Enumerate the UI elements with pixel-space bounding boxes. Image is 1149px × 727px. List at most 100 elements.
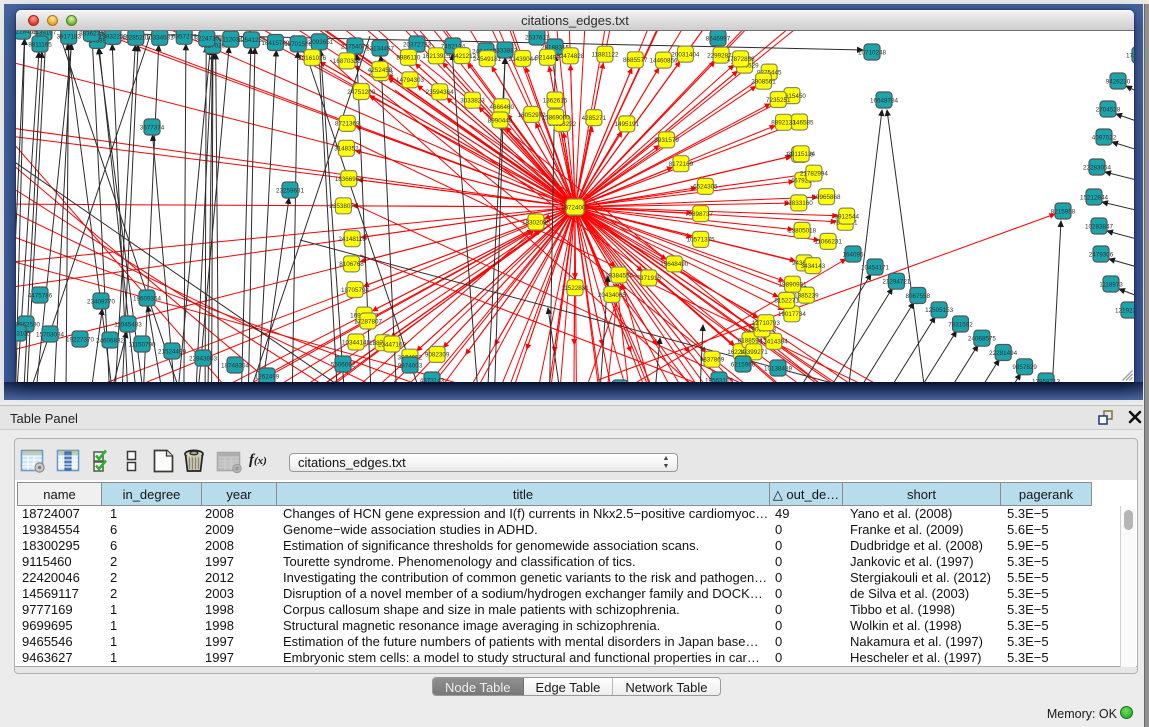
svg-text:19227370: 19227370 [66,336,95,343]
svg-text:9837869: 9837869 [700,357,725,364]
svg-text:10710248: 10710248 [858,49,887,56]
svg-text:7371915: 7371915 [636,275,661,282]
svg-text:23538074: 23538074 [329,203,358,210]
svg-text:19609364: 19609364 [133,295,162,302]
svg-text:12192300: 12192300 [1115,307,1134,314]
svg-text:21294721: 21294721 [882,279,911,286]
svg-text:20372723: 20372723 [403,41,432,48]
svg-text:4097022: 4097022 [1092,134,1117,141]
svg-text:22281494: 22281494 [989,350,1018,357]
svg-text:23409770: 23409770 [87,298,116,305]
svg-text:20031404: 20031404 [671,51,700,58]
svg-text:4252458: 4252458 [368,67,393,74]
svg-text:18748304: 18748304 [221,362,250,369]
svg-text:6357277: 6357277 [172,34,197,41]
svg-text:15869000: 15869000 [542,114,571,121]
svg-text:13134457: 13134457 [366,45,395,52]
svg-text:3148352: 3148352 [334,146,359,153]
svg-text:9898737: 9898737 [688,211,713,218]
svg-text:8721369: 8721369 [335,121,360,128]
svg-text:9912544: 9912544 [834,213,859,220]
svg-text:8990448: 8990448 [488,117,513,124]
svg-text:22093651: 22093651 [305,39,334,46]
svg-text:8215958: 8215958 [1051,208,1076,215]
svg-text:23447169: 23447169 [378,341,407,348]
svg-text:9874003: 9874003 [398,362,423,369]
svg-text:10138489: 10138489 [764,365,793,372]
svg-text:23259631: 23259631 [276,187,305,194]
svg-text:10334531: 10334531 [146,35,175,42]
svg-text:4873143: 4873143 [420,377,445,382]
svg-text:18724007: 18724007 [561,204,590,211]
svg-text:1362615: 1362615 [543,97,568,104]
svg-text:8892133: 8892133 [771,120,796,127]
svg-text:10571375: 10571375 [687,237,716,244]
svg-text:15212844: 15212844 [1080,194,1109,201]
svg-text:4475786: 4475786 [28,292,53,299]
svg-text:17392408: 17392408 [1126,52,1134,59]
svg-text:8931579: 8931579 [654,137,679,144]
svg-text:10344146: 10344146 [342,339,371,346]
svg-text:10454171: 10454171 [861,264,890,271]
svg-text:20161026: 20161026 [298,55,327,62]
svg-text:24549181: 24549181 [473,56,502,63]
svg-text:14460856: 14460856 [649,57,678,64]
svg-text:8152271: 8152271 [774,298,799,305]
svg-text:6215966: 6215966 [731,361,756,368]
svg-text:8172169: 8172169 [669,161,694,168]
svg-text:16870338: 16870338 [333,58,362,65]
svg-text:7831592: 7831592 [948,321,973,328]
svg-text:24606882: 24606882 [96,337,125,344]
svg-text:18705794: 18705794 [341,287,370,294]
svg-text:164095: 164095 [842,251,864,258]
svg-text:1495191: 1495191 [615,121,640,128]
svg-text:5506062: 5506062 [331,361,356,368]
svg-text:23594364: 23594364 [426,89,455,96]
svg-text:21782994: 21782994 [800,171,829,178]
svg-text:19648490: 19648490 [660,261,689,268]
svg-text:9082309: 9082309 [425,352,450,359]
svg-text:16213925: 16213925 [422,53,451,60]
svg-text:21439044: 21439044 [509,56,538,63]
svg-text:17287807: 17287807 [354,318,383,325]
svg-text:16648784: 16648784 [870,97,899,104]
svg-text:8811165: 8811165 [28,41,52,48]
svg-text:20434065: 20434065 [598,292,627,299]
svg-text:19017734: 19017734 [778,311,807,318]
svg-text:22474828: 22474828 [556,53,585,60]
svg-text:11881122: 11881122 [591,52,619,59]
svg-text:13399271: 13399271 [740,349,769,356]
svg-text:12710793: 12710793 [752,320,781,327]
svg-text:2908561: 2908561 [751,79,776,86]
svg-text:20115134: 20115134 [787,151,815,158]
svg-text:8106768: 8106768 [339,261,364,268]
svg-text:12505153: 12505153 [925,307,954,314]
svg-text:2704528: 2704528 [1096,106,1121,113]
svg-text:4666460: 4666460 [489,104,514,111]
svg-text:13805018: 13805018 [788,228,817,235]
svg-text:17958713: 17958713 [1032,378,1061,382]
svg-text:9426230: 9426230 [1106,78,1131,85]
svg-text:23833160: 23833160 [785,200,814,207]
svg-text:21524499: 21524499 [158,348,187,355]
svg-text:2537611: 2537611 [525,34,550,41]
svg-text:22943803: 22943803 [189,355,218,362]
svg-text:24148116: 24148116 [338,236,366,243]
svg-text:6293105: 6293105 [16,330,31,337]
svg-text:8986110: 8986110 [396,55,421,62]
svg-text:2479306: 2479306 [1089,251,1114,258]
svg-text:18366963: 18366963 [335,176,364,183]
svg-text:11045483: 11045483 [114,321,142,328]
svg-text:19890931: 19890931 [779,282,808,289]
svg-text:6524305: 6524305 [693,184,718,191]
svg-text:15703034: 15703034 [36,331,65,338]
svg-text:24068575: 24068575 [968,336,997,343]
svg-text:3677374: 3677374 [140,124,165,131]
svg-text:3434143: 3434143 [801,263,826,270]
svg-text:3033823: 3033823 [460,98,485,105]
svg-text:11066231: 11066231 [814,239,842,246]
svg-text:10283847: 10283847 [1085,223,1114,230]
svg-text:3333883: 3333883 [493,47,518,54]
svg-text:3917183: 3917183 [56,33,81,40]
svg-text:19563105: 19563105 [705,377,734,382]
